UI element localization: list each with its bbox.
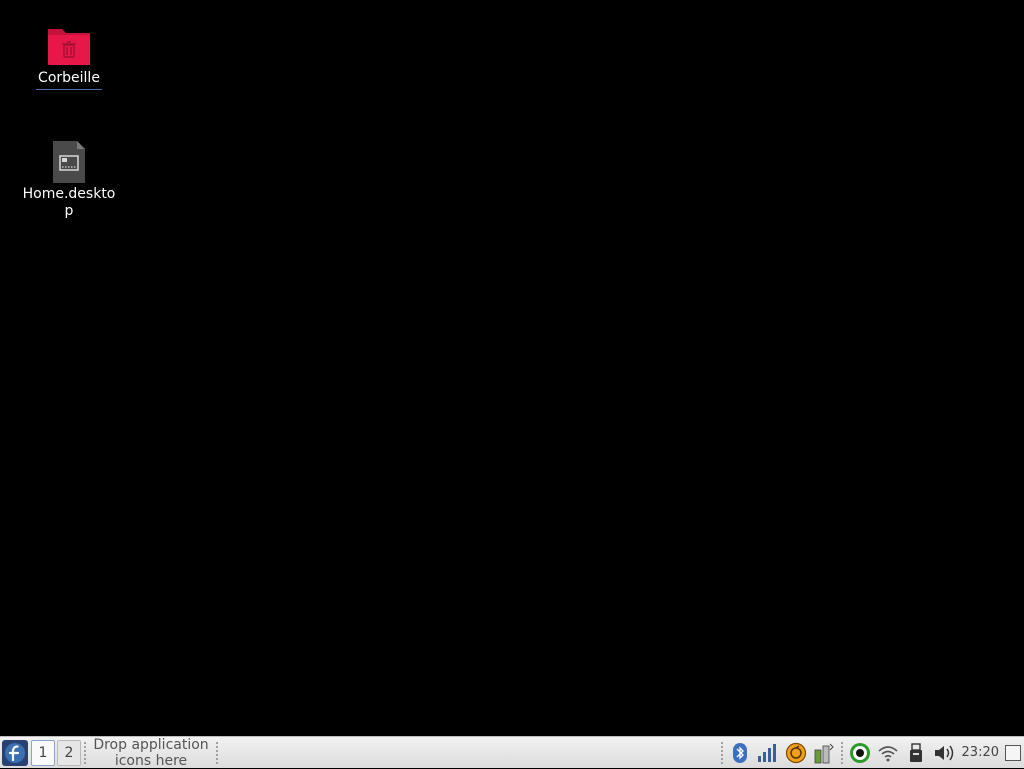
- wifi-icon[interactable]: [876, 741, 900, 765]
- record-icon[interactable]: [848, 741, 872, 765]
- volume-icon[interactable]: [932, 741, 956, 765]
- update-icon[interactable]: [784, 741, 808, 765]
- desktop[interactable]: Corbeille Home.desktop: [0, 0, 1024, 736]
- desktop-icon-label: Corbeille: [36, 70, 102, 90]
- panel-grip[interactable]: [839, 740, 844, 765]
- workspace-1-button[interactable]: 1: [31, 739, 55, 766]
- usb-icon[interactable]: [904, 741, 928, 765]
- desktop-icon-home-desktop[interactable]: Home.desktop: [14, 138, 124, 222]
- desktop-icon-corbeille[interactable]: Corbeille: [14, 22, 124, 90]
- bluetooth-icon[interactable]: [728, 741, 752, 765]
- fedora-logo-icon: [2, 739, 28, 766]
- taskbar: 1 2 Drop application icons here 23:20: [0, 736, 1024, 769]
- start-menu-button[interactable]: [1, 739, 29, 767]
- desktop-icon-label: Home.desktop: [22, 186, 116, 219]
- desktop-file-icon: [45, 138, 93, 186]
- panel-grip[interactable]: [215, 740, 219, 765]
- network-monitor-icon[interactable]: [756, 741, 780, 765]
- show-desktop-button[interactable]: [1005, 744, 1021, 761]
- clock[interactable]: 23:20: [962, 745, 999, 760]
- panel-grip[interactable]: [83, 740, 87, 765]
- battery-icon[interactable]: [812, 741, 836, 765]
- workspace-2-button[interactable]: 2: [57, 739, 81, 766]
- panel-grip[interactable]: [719, 740, 724, 765]
- trash-folder-icon: [45, 22, 93, 70]
- launcher-drop-zone[interactable]: Drop application icons here: [89, 737, 213, 769]
